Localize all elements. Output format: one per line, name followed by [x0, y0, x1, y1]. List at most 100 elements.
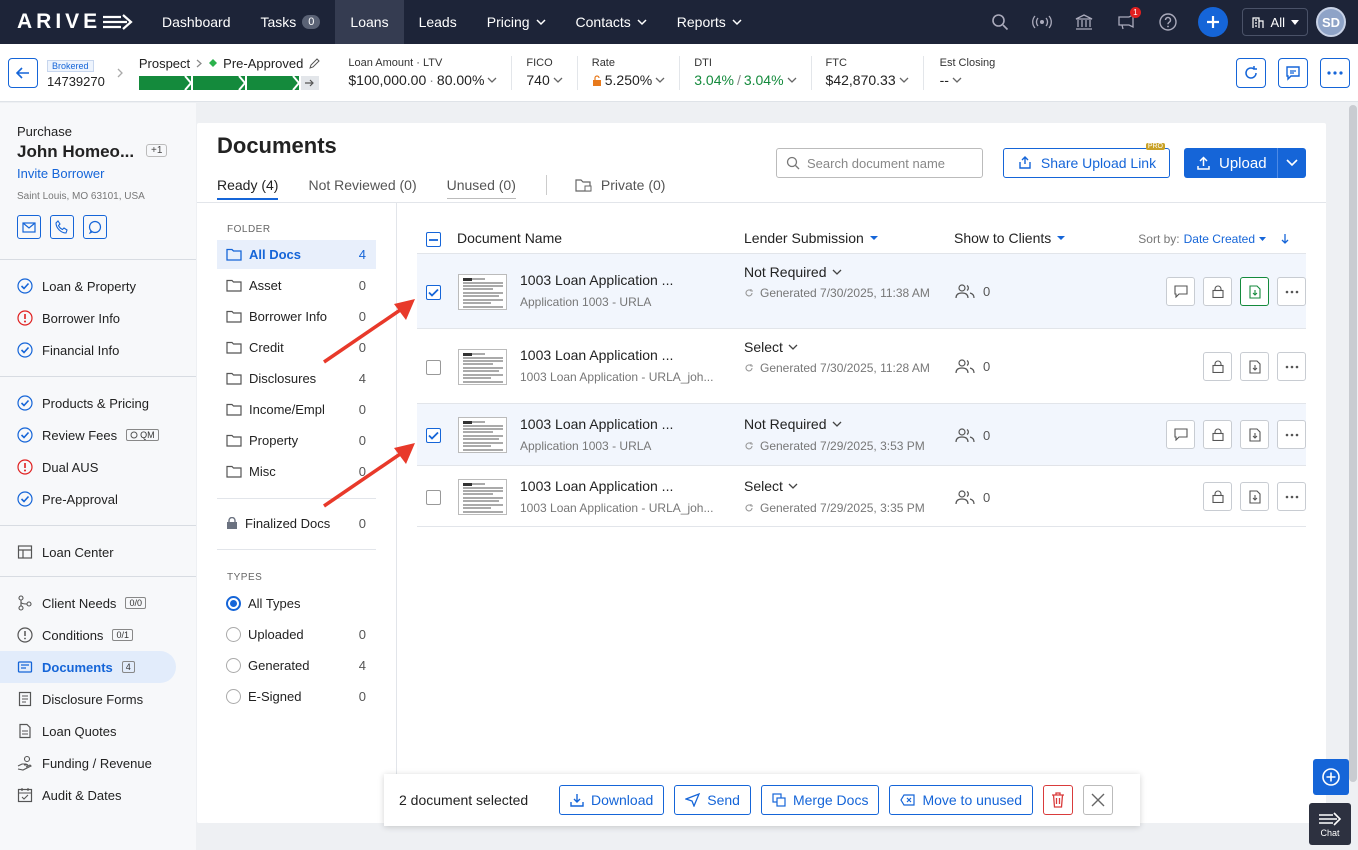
nav-dashboard[interactable]: Dashboard — [147, 0, 246, 44]
client-visibility[interactable]: 0 — [955, 358, 990, 374]
client-visibility[interactable]: 0 — [955, 283, 990, 299]
radio[interactable] — [226, 627, 241, 642]
table-row[interactable]: 1003 Loan Application ... 1003 Loan Appl… — [417, 465, 1306, 527]
upload-dropdown-toggle[interactable] — [1278, 159, 1306, 167]
download-file-button[interactable] — [1240, 420, 1269, 449]
search-input[interactable]: Search document name — [776, 148, 983, 178]
help-icon[interactable] — [1156, 10, 1180, 34]
type-uploaded[interactable]: Uploaded 0 — [217, 620, 376, 649]
sidebar-item-pre-approval[interactable]: Pre-Approval — [17, 488, 118, 510]
sidebar-item-borrower-info[interactable]: Borrower Info — [17, 307, 120, 329]
sidebar-item-review-fees[interactable]: Review Fees QM — [17, 424, 159, 446]
row-checkbox[interactable] — [426, 428, 441, 443]
document-title[interactable]: 1003 Loan Application ... — [520, 416, 673, 432]
table-row[interactable]: 1003 Loan Application ... 1003 Loan Appl… — [417, 328, 1306, 403]
rate-field[interactable]: Rate 5.250% — [592, 57, 665, 88]
upload-button[interactable]: Upload — [1184, 148, 1306, 178]
ftc-field[interactable]: FTC $42,870.33 — [826, 57, 909, 88]
row-checkbox[interactable] — [426, 285, 441, 300]
loan-amount-field[interactable]: Loan Amount · LTV $100,000.00 · 80.00% — [348, 57, 497, 88]
broadcast-icon[interactable] — [1030, 10, 1054, 34]
client-visibility[interactable]: 0 — [955, 489, 990, 505]
sidebar-item-loan-center[interactable]: Loan Center — [17, 541, 114, 563]
lock-button[interactable] — [1203, 352, 1232, 381]
lock-button[interactable] — [1203, 482, 1232, 511]
tab-not-reviewed[interactable]: Not Reviewed (0) — [308, 177, 416, 198]
row-checkbox[interactable] — [426, 360, 441, 375]
quick-add-button[interactable] — [1313, 759, 1349, 795]
send-button[interactable]: Send — [674, 785, 751, 815]
select-all-checkbox[interactable] — [426, 232, 441, 247]
sidebar-item-conditions[interactable]: Conditions 0/1 — [17, 624, 133, 646]
row-more-button[interactable] — [1277, 277, 1306, 306]
back-button[interactable] — [8, 57, 38, 88]
co-borrower-count[interactable]: +1 — [146, 144, 168, 157]
radio[interactable] — [226, 689, 241, 704]
sort-descending-icon[interactable] — [1280, 233, 1290, 245]
fico-field[interactable]: FICO 740 — [526, 57, 563, 88]
row-more-button[interactable] — [1277, 420, 1306, 449]
download-file-button[interactable] — [1240, 352, 1269, 381]
advance-stage-button[interactable] — [300, 75, 319, 90]
folder-income-empl[interactable]: Income/Empl 0 — [217, 395, 376, 424]
est-closing-field[interactable]: Est Closing -- — [940, 57, 996, 88]
create-new-button[interactable] — [1197, 7, 1228, 37]
sidebar-item-client-needs[interactable]: Client Needs 0/0 — [17, 592, 146, 614]
lender-submission-select[interactable]: Select — [744, 339, 798, 355]
column-lender-submission[interactable]: Lender Submission — [744, 230, 878, 246]
column-show-to-clients[interactable]: Show to Clients — [954, 230, 1066, 246]
close-selection-button[interactable] — [1083, 785, 1114, 815]
sidebar-item-loan-property[interactable]: Loan & Property — [17, 275, 136, 297]
more-options-button[interactable] — [1320, 58, 1350, 88]
lock-button[interactable] — [1203, 277, 1232, 306]
avatar[interactable]: SD — [1316, 7, 1346, 37]
lock-button[interactable] — [1203, 420, 1232, 449]
row-checkbox[interactable] — [426, 490, 441, 505]
type-generated[interactable]: Generated 4 — [217, 651, 376, 680]
search-icon[interactable] — [988, 10, 1012, 34]
delete-button[interactable] — [1043, 785, 1074, 815]
sms-button[interactable] — [83, 215, 107, 239]
type-all-types[interactable]: All Types — [217, 589, 376, 618]
edit-icon[interactable] — [309, 57, 321, 69]
nav-pricing[interactable]: Pricing — [472, 0, 561, 44]
download-file-button[interactable] — [1240, 277, 1269, 306]
table-row[interactable]: 1003 Loan Application ... Application 10… — [417, 403, 1306, 465]
client-visibility[interactable]: 0 — [955, 427, 990, 443]
sidebar-item-funding-revenue[interactable]: Funding / Revenue — [17, 752, 152, 774]
sort-by-control[interactable]: Sort by: Date Created — [1138, 232, 1290, 246]
announcement-icon[interactable]: 1 — [1114, 7, 1141, 34]
nav-loans[interactable]: Loans — [335, 0, 404, 44]
loan-stage-progress[interactable]: Prospect Pre-Approved — [138, 56, 321, 90]
lender-submission-select[interactable]: Not Required — [744, 416, 842, 432]
comment-button[interactable] — [1166, 420, 1195, 449]
nav-tasks[interactable]: Tasks 0 — [246, 0, 336, 44]
call-button[interactable] — [50, 215, 74, 239]
messages-button[interactable] — [1278, 58, 1308, 88]
lender-submission-select[interactable]: Select — [744, 478, 798, 494]
row-more-button[interactable] — [1277, 352, 1306, 381]
nav-leads[interactable]: Leads — [404, 0, 472, 44]
tab-unused[interactable]: Unused (0) — [446, 177, 516, 199]
sidebar-item-disclosure-forms[interactable]: Disclosure Forms — [17, 688, 143, 710]
document-title[interactable]: 1003 Loan Application ... — [520, 478, 673, 494]
folder-disclosures[interactable]: Disclosures 4 — [217, 364, 376, 393]
nav-contacts[interactable]: Contacts — [561, 0, 662, 44]
folder-all-docs[interactable]: All Docs 4 — [217, 240, 376, 269]
sidebar-item-loan-quotes[interactable]: Loan Quotes — [17, 720, 116, 742]
borrower-name[interactable]: John Homeo... — [17, 142, 134, 162]
sidebar-item-dual-aus[interactable]: Dual AUS — [17, 456, 98, 478]
folder-finalized-docs[interactable]: Finalized Docs 0 — [217, 509, 376, 538]
sidebar-item-documents[interactable]: Documents 4 — [0, 651, 176, 683]
radio[interactable] — [226, 658, 241, 673]
company-scope-select[interactable]: All — [1241, 8, 1308, 36]
tab-private[interactable]: Private (0) — [575, 177, 665, 198]
nav-reports[interactable]: Reports — [662, 0, 757, 44]
bank-icon[interactable] — [1072, 10, 1096, 34]
chat-button[interactable]: Chat — [1309, 803, 1351, 845]
row-more-button[interactable] — [1277, 482, 1306, 511]
download-file-button[interactable] — [1240, 482, 1269, 511]
refresh-button[interactable] — [1236, 58, 1266, 88]
scrollbar[interactable] — [1349, 105, 1357, 782]
comment-button[interactable] — [1166, 277, 1195, 306]
